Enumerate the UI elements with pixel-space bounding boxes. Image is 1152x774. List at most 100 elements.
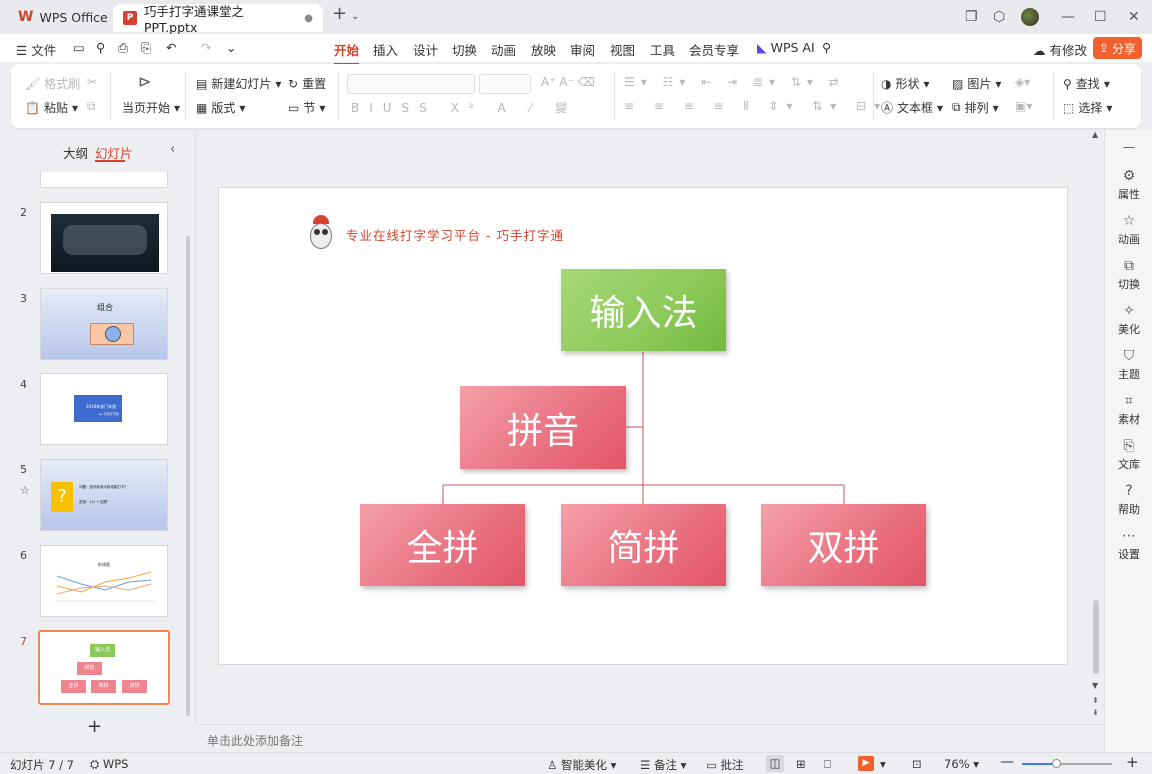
shape-button[interactable]: ◑ 形状 ▾ bbox=[881, 75, 930, 92]
next-slide-icon[interactable]: ⇟ bbox=[1092, 708, 1099, 717]
font-family-select[interactable] bbox=[347, 74, 475, 94]
print-preview-icon[interactable]: ⎘ bbox=[141, 40, 151, 56]
notes-area[interactable]: 单击此处添加备注 bbox=[197, 724, 1104, 752]
cube-icon[interactable]: ⬡ bbox=[993, 9, 1005, 25]
play-slideshow-button[interactable]: ▶ bbox=[858, 756, 874, 771]
slide-sorter-icon[interactable]: ⊞ bbox=[796, 757, 806, 771]
org-node-root[interactable]: 输入法 bbox=[561, 269, 726, 351]
picture-button[interactable]: ▨ 图片 ▾ bbox=[952, 75, 1001, 92]
slide-thumbnail-3[interactable]: 组合 bbox=[40, 288, 168, 360]
normal-view-icon[interactable]: ◫ bbox=[766, 755, 784, 772]
org-node-jianpin[interactable]: 简拼 bbox=[561, 504, 726, 586]
menu-tab-view[interactable]: 视图 bbox=[610, 40, 635, 59]
close-icon[interactable]: ✕ bbox=[1128, 9, 1140, 25]
new-tab-button[interactable]: + bbox=[332, 5, 347, 23]
unsaved-dot-icon[interactable]: ● bbox=[304, 13, 313, 24]
undo-icon[interactable]: ↶ bbox=[166, 40, 176, 55]
org-node-pinyin[interactable]: 拼音 bbox=[460, 386, 626, 469]
slide-canvas[interactable]: 专业在线打字学习平台 - 巧手打字通 输入法 拼音 全拼 简拼 双拼 bbox=[218, 187, 1068, 665]
prev-slide-icon[interactable]: ⇞ bbox=[1092, 696, 1099, 705]
text-style-buttons[interactable]: BIUSS X² A ⁄ 變 bbox=[351, 99, 577, 116]
star-icon[interactable]: ☆ bbox=[20, 484, 30, 497]
file-menu[interactable]: ☰ 文件 bbox=[16, 40, 56, 59]
font-size-tools[interactable]: A⁺ A⁻ ⌫ bbox=[541, 75, 595, 89]
textbox-button[interactable]: Ⓐ 文本框 ▾ bbox=[881, 99, 943, 116]
zoom-in-icon[interactable]: + bbox=[1126, 753, 1139, 771]
org-node-quanpin[interactable]: 全拼 bbox=[360, 504, 525, 586]
fill-color-icon[interactable]: ◈▾ bbox=[1015, 75, 1030, 89]
zoom-out-icon[interactable]: — bbox=[1000, 754, 1014, 770]
sidebar-item-material[interactable]: ⌗ 素材 bbox=[1105, 393, 1152, 427]
share-link-icon[interactable]: ⚲ bbox=[96, 40, 105, 55]
zoom-slider-thumb[interactable] bbox=[1052, 759, 1061, 768]
slide-thumbnail-2[interactable] bbox=[40, 202, 168, 274]
play-from-current-button[interactable]: 当页开始 ▾ bbox=[122, 99, 180, 116]
scroll-down-icon[interactable]: ▼ bbox=[1092, 681, 1098, 690]
slide-thumbnail-5[interactable]: ? 问题：如何利用平板电脑打字？ 答案：1/3 + 回顾 bbox=[40, 459, 168, 531]
new-slide-button[interactable]: ▤ 新建幻灯片 ▾ bbox=[196, 75, 281, 92]
select-button[interactable]: ⬚ 选择 ▾ bbox=[1063, 99, 1112, 116]
sidebar-item-settings[interactable]: ⋯ 设置 bbox=[1105, 528, 1152, 562]
section-button[interactable]: ▭ 节 ▾ bbox=[288, 99, 325, 116]
panel-scrollbar[interactable] bbox=[186, 236, 190, 716]
find-button[interactable]: ⚲ 查找 ▾ bbox=[1063, 75, 1110, 92]
menu-tab-slideshow[interactable]: 放映 bbox=[531, 40, 556, 59]
scroll-up-icon[interactable]: ▲ bbox=[1092, 130, 1098, 139]
reset-button[interactable]: ↻ 重置 bbox=[288, 75, 326, 92]
quick-access-chevron-icon[interactable]: ⌄ bbox=[226, 40, 236, 55]
sidebar-item-animation[interactable]: ☆ 动画 bbox=[1105, 213, 1152, 247]
add-slide-button[interactable]: + bbox=[87, 716, 102, 737]
window-layout-icon[interactable]: ❐ bbox=[965, 9, 978, 25]
slide-thumbnail-6[interactable]: 折线图 bbox=[40, 545, 168, 617]
modified-status[interactable]: ☁ 有修改 bbox=[1033, 40, 1087, 59]
avatar[interactable] bbox=[1021, 8, 1039, 26]
slide-thumbnail-1[interactable] bbox=[40, 172, 168, 188]
cut-icon[interactable]: ✂ bbox=[87, 75, 97, 89]
minimize-icon[interactable]: — bbox=[1061, 9, 1075, 25]
wps-status-button[interactable]: ⛭ WPS bbox=[90, 757, 128, 772]
list-buttons[interactable]: ☰▾ ☷▾ ⇤ ⇥ ≣▾ ⇅▾ ⇄ bbox=[624, 75, 845, 89]
play-icon[interactable]: ⊳ bbox=[138, 72, 151, 91]
editor-scrollbar[interactable]: ▲ ▼ ⇞ ⇟ bbox=[1092, 130, 1104, 724]
home-tab[interactable]: W WPS Office bbox=[8, 4, 118, 30]
menu-tab-tools[interactable]: 工具 bbox=[650, 40, 675, 59]
format-painter-button[interactable]: 🖌 格式刷 bbox=[25, 75, 80, 92]
scroll-thumb[interactable] bbox=[1093, 600, 1099, 674]
layout-button[interactable]: ▦ 版式 ▾ bbox=[196, 99, 245, 116]
comments-button[interactable]: ▭ 批注 bbox=[706, 757, 744, 773]
maximize-icon[interactable]: ☐ bbox=[1094, 9, 1107, 25]
sidebar-item-beautify[interactable]: ✧ 美化 bbox=[1105, 303, 1152, 337]
smart-beautify-button[interactable]: ♙ 智能美化 ▾ bbox=[547, 757, 616, 773]
arrange-button[interactable]: ⧉ 排列 ▾ bbox=[952, 99, 999, 116]
sidebar-item-theme[interactable]: ⛉ 主题 bbox=[1105, 348, 1152, 382]
save-icon[interactable]: ▭ bbox=[73, 40, 85, 55]
fit-window-icon[interactable]: ⊡ bbox=[912, 757, 922, 771]
menu-tab-home[interactable]: 开始 bbox=[334, 40, 360, 65]
search-icon[interactable]: ⚲ bbox=[822, 40, 831, 55]
menu-tab-insert[interactable]: 插入 bbox=[373, 40, 398, 59]
menu-tab-transition[interactable]: 切换 bbox=[452, 40, 477, 59]
redo-icon[interactable]: ↷ bbox=[201, 40, 211, 55]
notes-toggle-button[interactable]: ☰ 备注 ▾ bbox=[640, 757, 686, 773]
tab-list-chevron-icon[interactable]: ⌄ bbox=[351, 9, 359, 25]
sidebar-item-transition[interactable]: ⧉ 切换 bbox=[1105, 258, 1152, 292]
tab-outline[interactable]: 大纲 bbox=[63, 143, 88, 162]
zoom-level[interactable]: 76% ▾ bbox=[944, 757, 979, 771]
document-tab[interactable]: P 巧手打字通课堂之PPT.pptx ● bbox=[113, 4, 323, 35]
menu-tab-member[interactable]: 会员专享 bbox=[689, 40, 739, 59]
print-icon[interactable]: ⎙ bbox=[118, 40, 128, 56]
slide-thumbnail-7[interactable]: 输入法 拼音 全拼 简拼 双拼 bbox=[38, 630, 170, 705]
copy-icon[interactable]: ⧉ bbox=[87, 99, 96, 114]
menu-tab-animation[interactable]: 动画 bbox=[491, 40, 516, 59]
menu-tab-review[interactable]: 审阅 bbox=[570, 40, 595, 59]
reading-view-icon[interactable]: ⎕ bbox=[824, 757, 831, 772]
outline-color-icon[interactable]: ▣▾ bbox=[1015, 99, 1032, 113]
org-node-shuangpin[interactable]: 双拼 bbox=[761, 504, 926, 586]
font-size-select[interactable] bbox=[479, 74, 531, 94]
share-button[interactable]: ⇪ 分享 bbox=[1093, 37, 1142, 59]
sidebar-item-library[interactable]: ⎘ 文库 bbox=[1105, 438, 1152, 472]
wps-ai-button[interactable]: ◣ WPS AI bbox=[757, 40, 815, 55]
slide-thumbnail-4[interactable]: 2019年部门年报 by 巧手打字通 bbox=[40, 373, 168, 445]
paste-button[interactable]: 📋 粘贴 ▾ bbox=[25, 99, 78, 116]
sidebar-item-help[interactable]: ? 帮助 bbox=[1105, 483, 1152, 517]
